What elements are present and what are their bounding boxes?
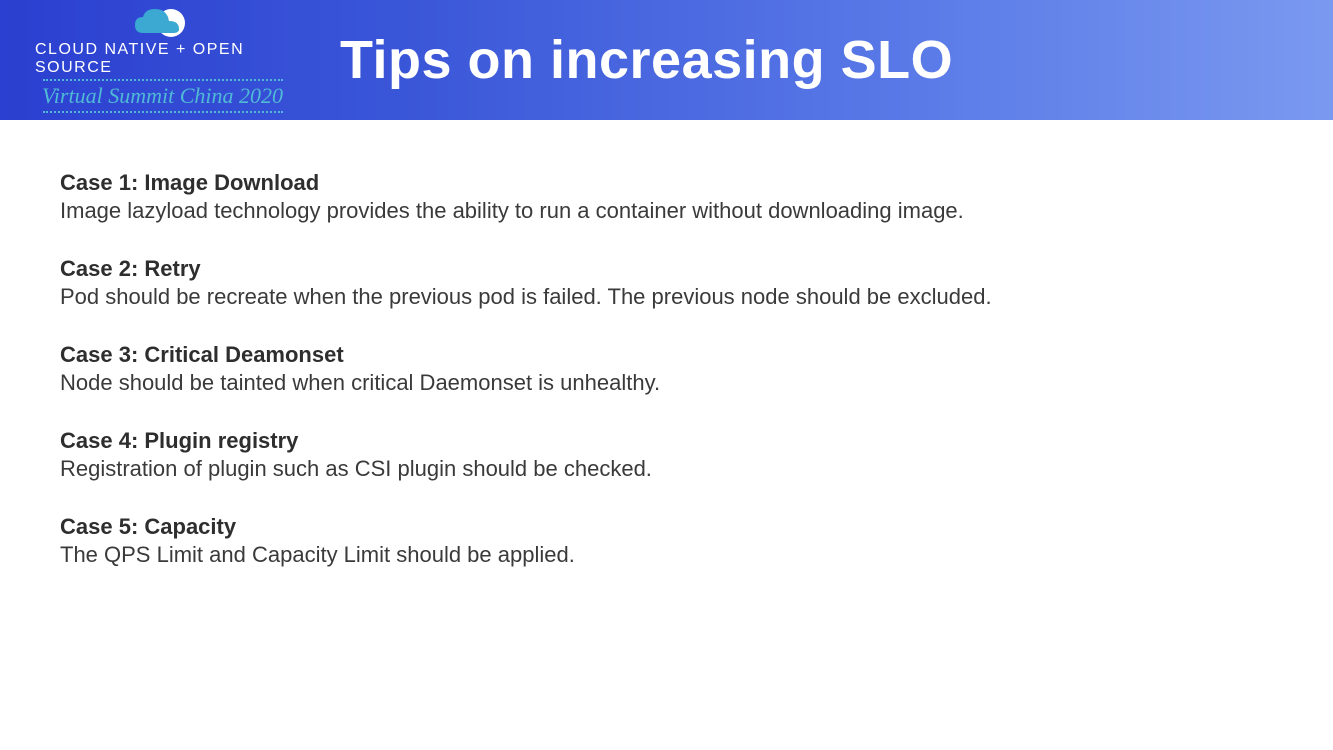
case-heading: Case 1: Image Download [60, 170, 1333, 196]
case-heading: Case 3: Critical Deamonset [60, 342, 1333, 368]
logo-text-primary: CLOUD NATIVE + OPEN SOURCE [35, 41, 290, 77]
divider [43, 111, 283, 113]
case-heading: Case 2: Retry [60, 256, 1333, 282]
case-body: Node should be tainted when critical Dae… [60, 370, 1333, 396]
cloud-icon [133, 5, 193, 37]
case-body: The QPS Limit and Capacity Limit should … [60, 542, 1333, 568]
case-heading: Case 5: Capacity [60, 514, 1333, 540]
case-item: Case 3: Critical Deamonset Node should b… [60, 342, 1333, 396]
case-heading: Case 4: Plugin registry [60, 428, 1333, 454]
divider [43, 79, 283, 81]
slide-content: Case 1: Image Download Image lazyload te… [0, 120, 1333, 568]
slide-header: CLOUD NATIVE + OPEN SOURCE Virtual Summi… [0, 0, 1333, 120]
logo-text-secondary: Virtual Summit China 2020 [42, 83, 283, 109]
case-item: Case 2: Retry Pod should be recreate whe… [60, 256, 1333, 310]
case-item: Case 4: Plugin registry Registration of … [60, 428, 1333, 482]
slide-title: Tips on increasing SLO [340, 29, 953, 91]
case-body: Image lazyload technology provides the a… [60, 198, 1333, 224]
case-body: Registration of plugin such as CSI plugi… [60, 456, 1333, 482]
case-item: Case 1: Image Download Image lazyload te… [60, 170, 1333, 224]
case-body: Pod should be recreate when the previous… [60, 284, 1333, 310]
event-logo: CLOUD NATIVE + OPEN SOURCE Virtual Summi… [0, 5, 290, 115]
case-item: Case 5: Capacity The QPS Limit and Capac… [60, 514, 1333, 568]
